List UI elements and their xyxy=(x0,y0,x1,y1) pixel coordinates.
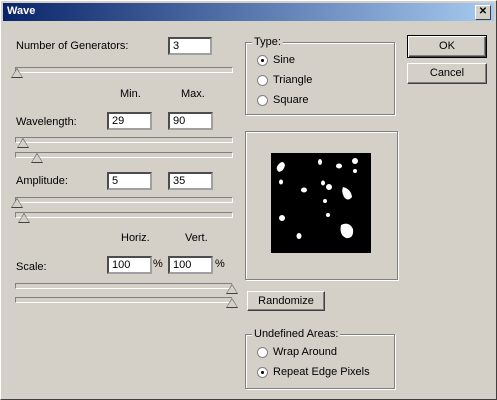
type-triangle-radio[interactable] xyxy=(257,75,268,86)
preview-image xyxy=(271,153,371,253)
generators-input[interactable]: 3 xyxy=(168,37,212,55)
max-header: Max. xyxy=(181,88,205,100)
wrap-around-label[interactable]: Wrap Around xyxy=(273,346,337,358)
wavelength-label: Wavelength: xyxy=(16,116,77,128)
scale-horiz-thumb[interactable] xyxy=(226,284,238,294)
window-title: Wave xyxy=(7,5,36,17)
vert-header: Vert. xyxy=(185,232,208,244)
cancel-button[interactable]: Cancel xyxy=(407,63,487,84)
repeat-edge-pixels-label[interactable]: Repeat Edge Pixels xyxy=(273,366,370,378)
type-square-radio[interactable] xyxy=(257,95,268,106)
wavelength-max-thumb[interactable] xyxy=(31,153,43,163)
scale-vert-unit: % xyxy=(215,258,225,270)
title-bar[interactable]: Wave ✕ xyxy=(3,3,494,21)
wavelength-max-input[interactable]: 90 xyxy=(168,112,213,130)
horiz-header: Horiz. xyxy=(121,232,150,244)
amplitude-max-track[interactable] xyxy=(15,212,233,218)
wavelength-min-thumb[interactable] xyxy=(17,138,29,148)
close-button[interactable]: ✕ xyxy=(475,5,491,20)
generators-slider-track[interactable] xyxy=(15,67,233,73)
type-sine-radio[interactable] xyxy=(257,55,268,66)
scale-horiz-track[interactable] xyxy=(15,283,233,289)
wrap-around-radio[interactable] xyxy=(257,347,268,358)
scale-vert-track[interactable] xyxy=(15,297,233,303)
scale-vert-thumb[interactable] xyxy=(226,298,238,308)
min-header: Min. xyxy=(120,88,141,100)
type-triangle-label[interactable]: Triangle xyxy=(273,74,312,86)
type-square-label[interactable]: Square xyxy=(273,94,308,106)
type-legend: Type: xyxy=(252,36,283,48)
scale-vert-input[interactable]: 100 xyxy=(168,256,213,274)
amplitude-min-thumb[interactable] xyxy=(11,198,23,208)
undefined-areas-legend: Undefined Areas: xyxy=(252,328,341,340)
generators-slider-thumb[interactable] xyxy=(11,68,23,78)
repeat-edge-pixels-radio[interactable] xyxy=(257,367,268,378)
scale-label: Scale: xyxy=(16,261,47,273)
amplitude-min-input[interactable]: 5 xyxy=(107,172,152,190)
close-icon: ✕ xyxy=(478,6,488,17)
type-sine-label[interactable]: Sine xyxy=(273,54,295,66)
amplitude-max-thumb[interactable] xyxy=(18,213,30,223)
amplitude-label: Amplitude: xyxy=(16,175,68,187)
scale-horiz-input[interactable]: 100 xyxy=(107,256,152,274)
wavelength-max-track[interactable] xyxy=(15,152,233,158)
wavelength-min-track[interactable] xyxy=(15,137,233,143)
randomize-button[interactable]: Randomize xyxy=(247,291,325,311)
amplitude-min-track[interactable] xyxy=(15,197,233,203)
wave-dialog: Wave ✕ Number of Generators: 3 Min. Max.… xyxy=(0,0,497,400)
ok-button[interactable]: OK xyxy=(407,35,487,58)
generators-label: Number of Generators: xyxy=(16,40,129,52)
wavelength-min-input[interactable]: 29 xyxy=(107,112,152,130)
scale-horiz-unit: % xyxy=(153,258,163,270)
undefined-areas-group xyxy=(245,334,395,389)
amplitude-max-input[interactable]: 35 xyxy=(168,172,213,190)
